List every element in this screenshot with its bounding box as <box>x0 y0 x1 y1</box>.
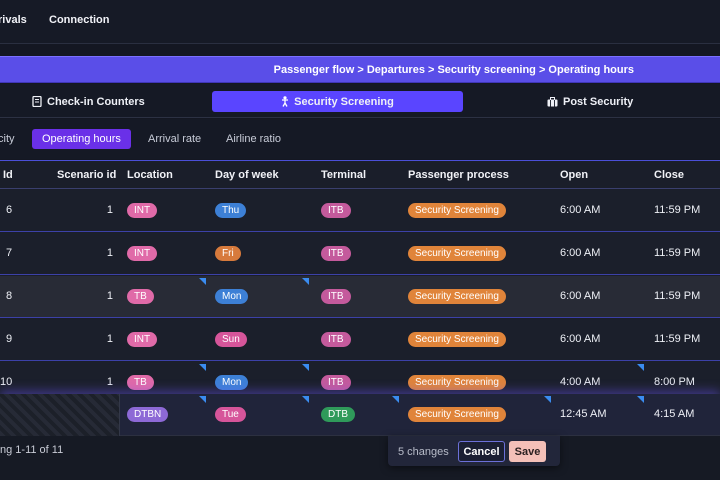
cancel-button[interactable]: Cancel <box>458 441 505 462</box>
pending-changes-bar: 5 changes Cancel Save <box>388 436 560 466</box>
cell-close[interactable]: 11:59 PM <box>654 290 700 302</box>
cell-close[interactable]: 11:59 PM <box>654 333 700 345</box>
tab-operating-hours[interactable]: Operating hours <box>32 129 131 149</box>
nav-arrivals[interactable]: rivals <box>0 14 27 26</box>
disabled-id-area <box>0 394 120 436</box>
cell-open[interactable]: 6:00 AM <box>560 204 600 216</box>
column-open[interactable]: Open <box>560 169 588 181</box>
day-pill[interactable]: Mon <box>215 375 249 390</box>
stage-tabs: Check-in Counters Security Screening Pos… <box>0 84 720 118</box>
cell-close[interactable]: 8:00 PM <box>654 376 695 388</box>
column-passenger-process[interactable]: Passenger process <box>408 169 509 181</box>
location-pill[interactable]: INT <box>127 203 158 218</box>
column-close[interactable]: Close <box>654 169 684 181</box>
changes-count: 5 changes <box>398 446 449 458</box>
edited-flag-icon <box>544 396 551 403</box>
cell-id: 10 <box>0 376 13 388</box>
column-day-of-week[interactable]: Day of week <box>215 169 279 181</box>
table-row[interactable]: 9 1 INT Sun ITB Security Screening 6:00 … <box>0 319 720 361</box>
terminal-pill[interactable]: ITB <box>321 332 351 347</box>
cell-close[interactable]: 11:59 PM <box>654 247 700 259</box>
edited-flag-icon <box>392 396 399 403</box>
cell-scenario-id: 1 <box>106 290 113 302</box>
sub-tabs: city Operating hours Arrival rate Airlin… <box>0 119 720 159</box>
top-nav: rivals Connection <box>0 0 720 44</box>
edited-flag-icon <box>199 278 206 285</box>
cell-id: 7 <box>6 247 13 259</box>
day-pill[interactable]: Tue <box>215 407 246 422</box>
cell-id: 9 <box>6 333 13 345</box>
day-pill[interactable]: Sun <box>215 332 247 347</box>
cell-open[interactable]: 4:00 AM <box>560 376 600 388</box>
process-pill[interactable]: Security Screening <box>408 246 506 261</box>
day-pill[interactable]: Fri <box>215 246 241 261</box>
cell-close[interactable]: 11:59 PM <box>654 204 700 216</box>
process-pill[interactable]: Security Screening <box>408 332 506 347</box>
cell-open[interactable]: 12:45 AM <box>560 408 606 420</box>
new-table-row[interactable]: DTBN Tue DTB Security Screening 12:45 AM… <box>0 394 720 436</box>
tab-label: Check-in Counters <box>47 95 145 108</box>
location-pill[interactable]: INT <box>127 332 158 347</box>
pagination-count: ng 1-11 of 11 <box>0 444 64 456</box>
process-pill[interactable]: Security Screening <box>408 289 506 304</box>
column-scenario-id[interactable]: Scenario id <box>57 169 116 181</box>
process-pill[interactable]: Security Screening <box>408 375 506 390</box>
location-pill[interactable]: TB <box>127 289 154 304</box>
terminal-pill[interactable]: ITB <box>321 375 351 390</box>
tab-airline-ratio[interactable]: Airline ratio <box>226 129 281 149</box>
tab-label: Security Screening <box>294 95 394 108</box>
location-pill[interactable]: DTBN <box>127 407 169 422</box>
terminal-pill[interactable]: ITB <box>321 203 351 218</box>
edited-flag-icon <box>637 364 644 371</box>
table-header: Id Scenario id Location Day of week Term… <box>0 161 720 189</box>
cell-close[interactable]: 4:15 AM <box>654 408 694 420</box>
cell-open[interactable]: 6:00 AM <box>560 333 600 345</box>
terminal-pill[interactable]: ITB <box>321 246 351 261</box>
tab-post-security[interactable]: Post Security <box>547 91 633 112</box>
nav-connection[interactable]: Connection <box>49 14 110 26</box>
cell-id: 6 <box>6 204 13 216</box>
terminal-pill[interactable]: DTB <box>321 407 355 422</box>
column-location[interactable]: Location <box>127 169 173 181</box>
edited-flag-icon <box>302 278 309 285</box>
process-pill[interactable]: Security Screening <box>408 203 506 218</box>
tab-capacity[interactable]: city <box>0 129 15 149</box>
column-terminal[interactable]: Terminal <box>321 169 366 181</box>
cell-id: 8 <box>6 290 13 302</box>
table-row[interactable]: 7 1 INT Fri ITB Security Screening 6:00 … <box>0 233 720 275</box>
location-pill[interactable]: TB <box>127 375 154 390</box>
edited-flag-icon <box>199 396 206 403</box>
column-id[interactable]: Id <box>3 169 13 181</box>
cell-scenario-id: 1 <box>106 204 113 216</box>
tab-check-in-counters[interactable]: Check-in Counters <box>32 91 145 112</box>
cell-scenario-id: 1 <box>106 333 113 345</box>
tab-arrival-rate[interactable]: Arrival rate <box>148 129 201 149</box>
edited-flag-icon <box>637 396 644 403</box>
operating-hours-table: Id Scenario id Location Day of week Term… <box>0 160 720 436</box>
table-row[interactable]: 6 1 INT Thu ITB Security Screening 6:00 … <box>0 190 720 232</box>
terminal-pill[interactable]: ITB <box>321 289 351 304</box>
cell-scenario-id: 1 <box>106 376 113 388</box>
tab-security-screening[interactable]: Security Screening <box>212 91 463 112</box>
location-pill[interactable]: INT <box>127 246 158 261</box>
save-button[interactable]: Save <box>509 441 546 462</box>
luggage-icon <box>547 96 558 107</box>
cell-open[interactable]: 6:00 AM <box>560 290 600 302</box>
process-pill[interactable]: Security Screening <box>408 407 506 422</box>
day-pill[interactable]: Thu <box>215 203 247 218</box>
cell-open[interactable]: 6:00 AM <box>560 247 600 259</box>
tab-label: Post Security <box>563 95 634 108</box>
document-icon <box>32 96 42 107</box>
edited-flag-icon <box>199 364 206 371</box>
table-footer: ng 1-11 of 11 5 changes Cancel Save <box>0 436 720 480</box>
person-icon <box>281 96 289 107</box>
edited-flag-icon <box>302 396 309 403</box>
cell-scenario-id: 1 <box>106 247 113 259</box>
breadcrumb-bar: Passenger flow > Departures > Security s… <box>0 56 720 83</box>
edited-flag-icon <box>302 364 309 371</box>
breadcrumb: Passenger flow > Departures > Security s… <box>273 64 634 76</box>
table-row[interactable]: 8 1 TB Mon ITB Security Screening 6:00 A… <box>0 276 720 318</box>
day-pill[interactable]: Mon <box>215 289 249 304</box>
